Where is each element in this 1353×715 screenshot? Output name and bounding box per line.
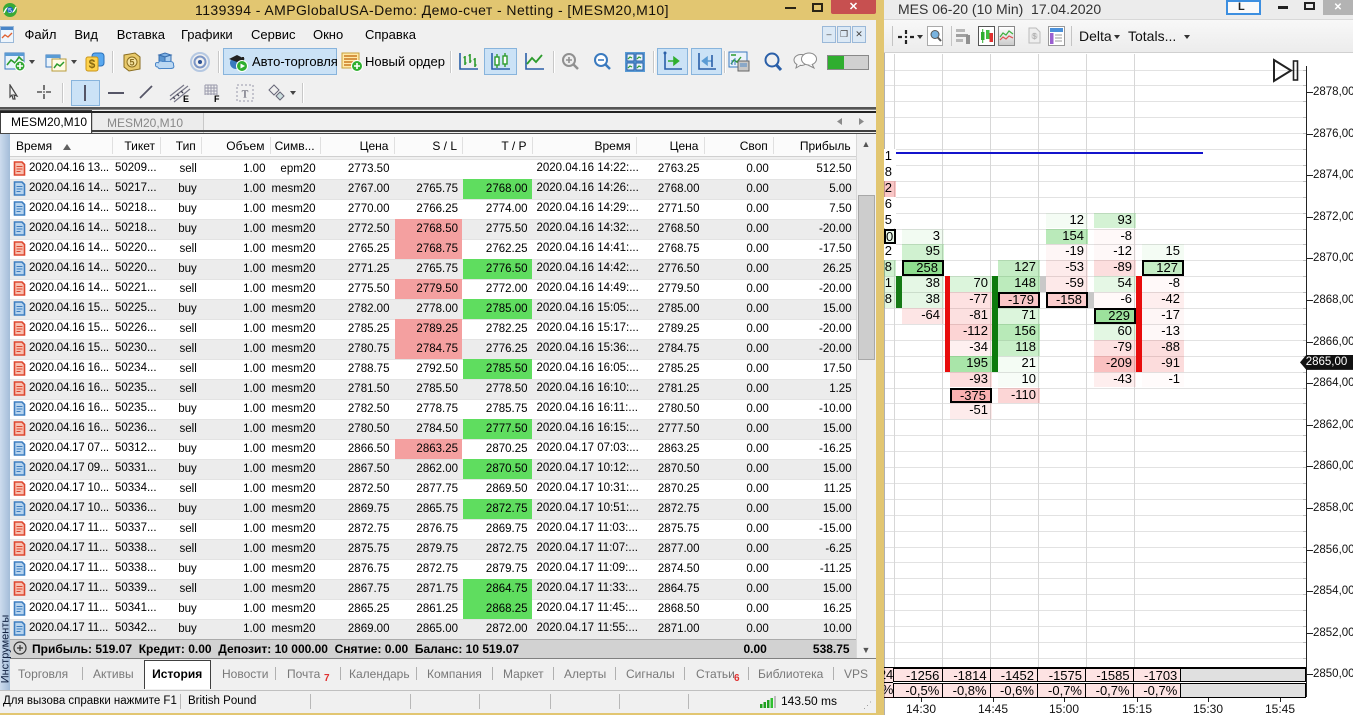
svg-text:5: 5 [129,58,134,68]
svg-text:5: 5 [8,8,12,15]
svg-text:T: T [242,89,249,101]
svg-text:F: F [214,94,220,104]
svg-text:$: $ [89,57,96,71]
svg-text:$: $ [1032,32,1037,41]
svg-text:E: E [183,94,189,104]
